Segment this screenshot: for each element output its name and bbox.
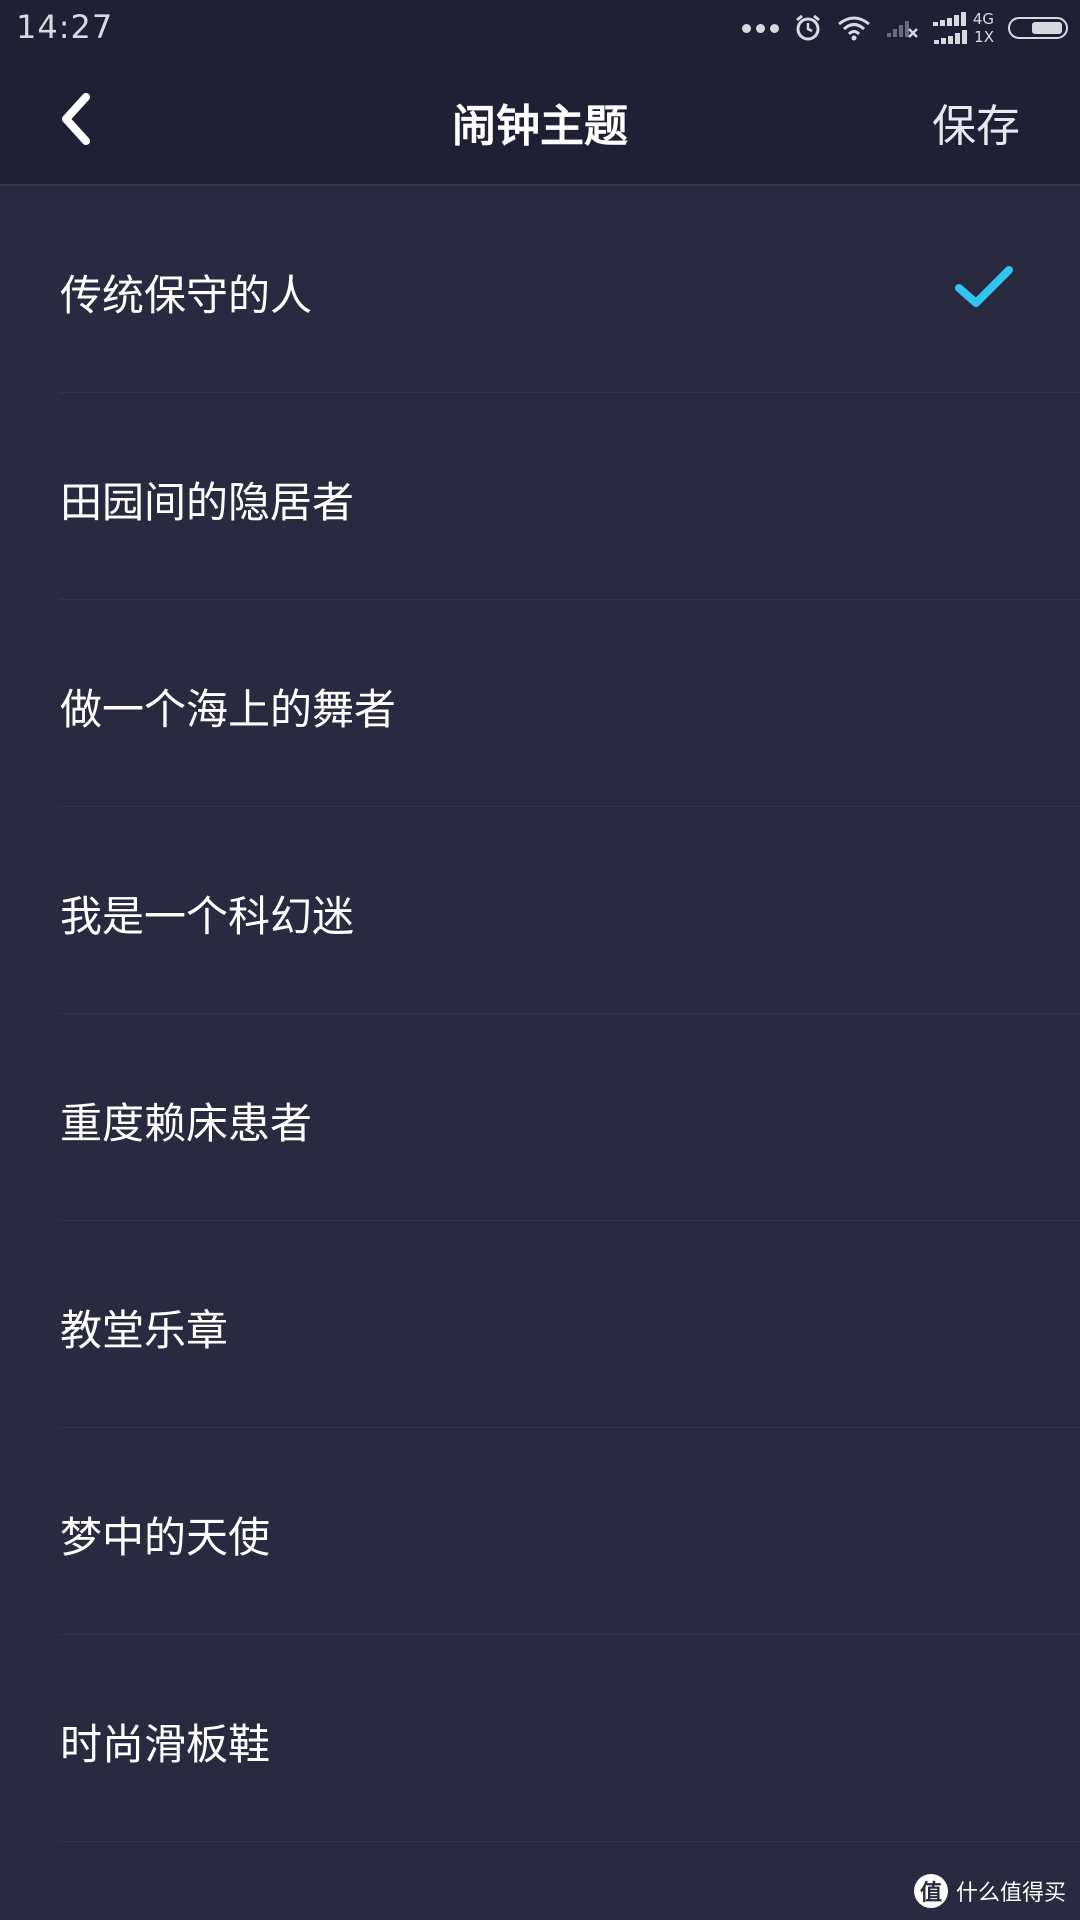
- theme-item-sci-fi-fan[interactable]: 我是一个科幻迷: [60, 807, 1080, 1014]
- theme-label: 重度赖床患者: [60, 1099, 313, 1148]
- theme-label: 教堂乐章: [60, 1306, 229, 1355]
- theme-item-heavy-sleeper[interactable]: 重度赖床患者: [60, 1014, 1080, 1221]
- signal-bars-icon: [932, 12, 966, 26]
- theme-item-church-music[interactable]: 教堂乐章: [60, 1221, 1080, 1428]
- theme-label: 做一个海上的舞者: [60, 685, 397, 734]
- page-title: 闹钟主题: [452, 101, 628, 152]
- network-1x-label: 1X: [974, 27, 994, 46]
- cellular-signal: 4G 1X: [932, 9, 994, 46]
- save-button[interactable]: 保存: [932, 90, 1020, 154]
- theme-label: 时尚滑板鞋: [60, 1720, 271, 1769]
- more-dots-icon: [741, 23, 779, 33]
- theme-item-skate-shoes[interactable]: 时尚滑板鞋: [60, 1635, 1080, 1842]
- signal-bars-icon: [934, 30, 968, 44]
- battery-icon: [1008, 17, 1068, 39]
- status-bar: 14:27 4G 1X: [0, 0, 1080, 56]
- alarm-icon: [795, 14, 820, 41]
- watermark-logo: 值: [913, 1874, 948, 1908]
- status-icons: 4G 1X: [741, 8, 1068, 48]
- nav-bar: 闹钟主题 保存: [0, 56, 1080, 186]
- theme-item-traditional[interactable]: 传统保守的人: [60, 186, 1080, 393]
- theme-label: 田园间的隐居者: [60, 478, 355, 527]
- battery-level: [1032, 22, 1062, 34]
- screen: 14:27 4G 1X 闹钟主题 保存 传统保守的人 田园间的隐居者 做一个海上…: [0, 0, 1080, 1920]
- theme-list: 传统保守的人 田园间的隐居者 做一个海上的舞者 我是一个科幻迷 重度赖床患者 教…: [0, 186, 1080, 1842]
- theme-label: 我是一个科幻迷: [60, 892, 355, 941]
- theme-label: 传统保守的人: [60, 271, 313, 320]
- check-icon: [955, 266, 1013, 307]
- theme-item-pastoral-hermit[interactable]: 田园间的隐居者: [60, 393, 1080, 600]
- theme-item-dream-angel[interactable]: 梦中的天使: [60, 1428, 1080, 1635]
- watermark: 值 什么值得买: [913, 1874, 1066, 1908]
- wifi-icon: [837, 16, 870, 41]
- watermark-text: 什么值得买: [955, 1881, 1066, 1906]
- theme-label: 梦中的天使: [60, 1513, 271, 1562]
- theme-item-sea-dancer[interactable]: 做一个海上的舞者: [60, 600, 1080, 807]
- status-time: 14:27: [16, 8, 114, 46]
- network-4g-label: 4G: [972, 9, 994, 28]
- signal-off-icon: [886, 21, 918, 38]
